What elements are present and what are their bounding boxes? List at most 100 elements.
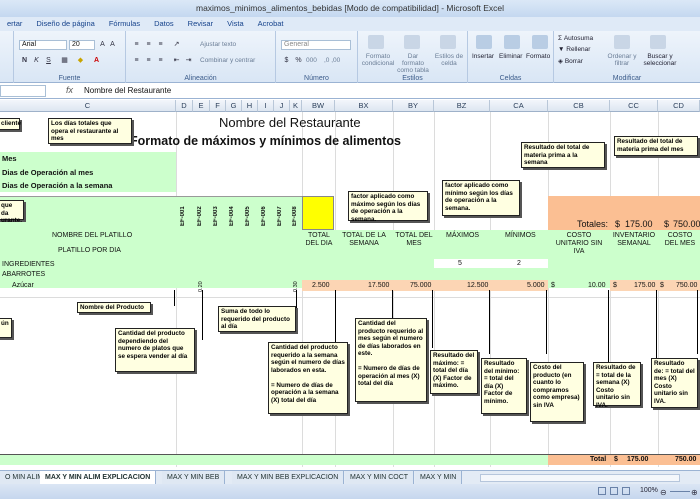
format-button[interactable]: Formato (526, 53, 550, 60)
tab-vista[interactable]: Vista (220, 17, 251, 31)
note-cantidad-semana[interactable]: Cantidad del producto requerido a la sem… (268, 342, 348, 414)
col-header-by[interactable]: BY (393, 100, 434, 112)
cell-styles-button[interactable]: Estilos de celda (432, 53, 466, 67)
col-header-bz[interactable]: BZ (434, 100, 490, 112)
worksheet-grid[interactable]: Nombre del Restaurante Formato de máximo… (0, 112, 700, 467)
ef-code-6[interactable]: EF-006 (261, 200, 270, 226)
total-value[interactable]: 175.00 (627, 456, 648, 463)
h-inventario-semanal[interactable]: INVENTARIO SEMANAL (611, 232, 657, 248)
v-total-mes[interactable]: 75.000 (410, 282, 431, 289)
note-un[interactable]: ún (0, 318, 12, 338)
header-ingredientes[interactable]: INGREDIENTES (2, 261, 55, 268)
zoom-in-icon[interactable]: ⊕ (691, 488, 698, 497)
orientation-icon[interactable]: ↗ (172, 40, 181, 49)
percent-button[interactable]: % (294, 56, 303, 65)
number-format-select[interactable]: General (281, 40, 351, 50)
note-cantidad-producto[interactable]: Cantidad del producto dependiendo del nu… (115, 328, 195, 372)
currency-icon[interactable]: $ (282, 56, 291, 65)
align-center-icon[interactable]: ≡ (144, 56, 153, 65)
col-header-bw[interactable]: BW (302, 100, 335, 112)
col-header-cb[interactable]: CB (548, 100, 610, 112)
item-name-cell[interactable]: Azúcar (12, 282, 34, 289)
col-header-cd[interactable]: CD (658, 100, 700, 112)
h-total-mes[interactable]: TOTAL DEL MES (395, 232, 433, 248)
ef-code-8[interactable]: EF-008 (292, 200, 301, 226)
totales-label[interactable]: Totales: (577, 219, 608, 229)
align-middle-icon[interactable]: ≡ (144, 40, 153, 49)
formula-input[interactable]: Nombre del Restaurante (84, 86, 171, 95)
col-header-c[interactable]: C (0, 100, 176, 112)
tab-formulas[interactable]: Fórmulas (102, 17, 147, 31)
sheet-tab-4[interactable]: MAX Y MIN BEB EXPLICACION (232, 471, 345, 484)
align-right-icon[interactable]: ≡ (156, 56, 165, 65)
format-table-button[interactable]: Dar formato como tabla (396, 53, 430, 74)
clear-button[interactable]: ◈ Borrar (558, 57, 583, 65)
ef-code-7[interactable]: EF-007 (277, 200, 286, 226)
tab-acrobat[interactable]: Acrobat (251, 17, 291, 31)
underline-button[interactable]: S (44, 56, 53, 65)
thousands-button[interactable]: 000 (306, 57, 317, 64)
horizontal-scrollbar[interactable] (480, 474, 680, 482)
h-costo-mes[interactable]: COSTO DEL MES (660, 232, 700, 248)
yellow-total-cell[interactable] (302, 196, 334, 230)
note-factor-min[interactable]: factor aplicado como mínimo según los dí… (442, 180, 520, 216)
v-total-dia[interactable]: 2.500 (312, 282, 330, 289)
align-bottom-icon[interactable]: ≡ (156, 40, 165, 49)
header-platillo-dia[interactable]: PLATILLO POR DIA (58, 247, 121, 254)
autosum-button[interactable]: Σ Autosuma (558, 35, 593, 42)
label-mes[interactable]: Mes (2, 154, 17, 163)
totales-value-2[interactable]: 750.00 (673, 219, 700, 229)
note-resultado-max[interactable]: Resultado del máximo: = total del día (X… (430, 350, 478, 394)
find-select-button[interactable]: Buscar y seleccionar (640, 53, 680, 67)
note-total-mp-mes[interactable]: Resultado del total de materia prima del… (614, 136, 698, 156)
fill-color-icon[interactable]: ◆ (76, 56, 85, 65)
merge-center-button[interactable]: Combinar y centrar (200, 57, 255, 64)
italic-button[interactable]: K (32, 56, 41, 65)
h-total-dia[interactable]: TOTAL DEL DIA (304, 232, 334, 248)
label-dias-mes[interactable]: Dias de Operación al mes (2, 168, 93, 177)
sheet-tab-3[interactable]: MAX Y MIN BEB (162, 471, 226, 484)
note-factor-max[interactable]: factor aplicado como máximo según los dí… (348, 191, 428, 223)
font-color-icon[interactable]: A (92, 56, 101, 65)
sheet-tab-2[interactable]: MAX Y MIN ALIM EXPLICACION (40, 471, 157, 484)
header-abarrotes[interactable]: ABARROTES (2, 271, 45, 278)
increase-indent-icon[interactable]: ⇥ (184, 56, 193, 65)
tab-revisar[interactable]: Revisar (181, 17, 220, 31)
factor-min-cell[interactable]: 2 (517, 260, 521, 267)
conditional-format-button[interactable]: Formato condicional (360, 53, 396, 67)
total-label[interactable]: Total (590, 456, 606, 463)
note-que-da[interactable]: que da urante. (0, 200, 24, 224)
font-name-select[interactable]: Arial (19, 40, 67, 50)
note-resultado-semana[interactable]: Resultado de = total de la semana (X) Co… (593, 362, 641, 409)
note-nombre-producto[interactable]: Nombre del Producto (77, 302, 151, 313)
tab-datos[interactable]: Datos (147, 17, 181, 31)
note-cantidad-mes[interactable]: Cantidad del producto requerido al mes s… (355, 318, 427, 402)
note-resultado-mes[interactable]: Resultado de: = total del mes (X) Costo … (651, 358, 698, 408)
tab-insertar[interactable]: ertar (0, 17, 29, 31)
fill-button[interactable]: ▼ Rellenar (558, 46, 590, 53)
col-header-g[interactable]: G (226, 100, 242, 112)
v-costo-mes[interactable]: 750.00 (676, 282, 697, 289)
h-total-semana[interactable]: TOTAL DE LA SEMANA (337, 232, 391, 248)
h-costo-unitario[interactable]: COSTO UNITARIO SIN IVA (550, 232, 608, 256)
col-header-cc[interactable]: CC (610, 100, 658, 112)
factor-max-cell[interactable]: 5 (458, 260, 462, 267)
tab-diseno-pagina[interactable]: Diseño de página (29, 17, 101, 31)
header-nombre-platillo[interactable]: NOMBRE DEL PLATILLO (52, 232, 132, 239)
h-maximos[interactable]: MÁXIMOS (446, 232, 479, 239)
v-inventario[interactable]: 175.00 (634, 282, 655, 289)
h-minimos[interactable]: MÍNIMOS (505, 232, 536, 239)
ef-code-1[interactable]: EF-001 (180, 200, 189, 226)
col-header-j[interactable]: J (274, 100, 290, 112)
totales-value-1[interactable]: 175.00 (625, 219, 653, 229)
col-header-h[interactable]: H (242, 100, 258, 112)
label-dias-semana[interactable]: Dias de Operación a la semana (2, 181, 112, 190)
ef-code-4[interactable]: EF-004 (229, 200, 238, 226)
name-box[interactable] (0, 85, 46, 97)
note-dias-totales[interactable]: Los días totales que opera el restaurant… (48, 118, 132, 144)
decimals-icon[interactable]: ,0 ,00 (324, 57, 340, 64)
align-top-icon[interactable]: ≡ (132, 40, 141, 49)
ef-code-3[interactable]: EF-003 (213, 200, 222, 226)
item-qty-k[interactable]: 0.30 (293, 278, 302, 292)
bold-button[interactable]: N (20, 56, 29, 65)
